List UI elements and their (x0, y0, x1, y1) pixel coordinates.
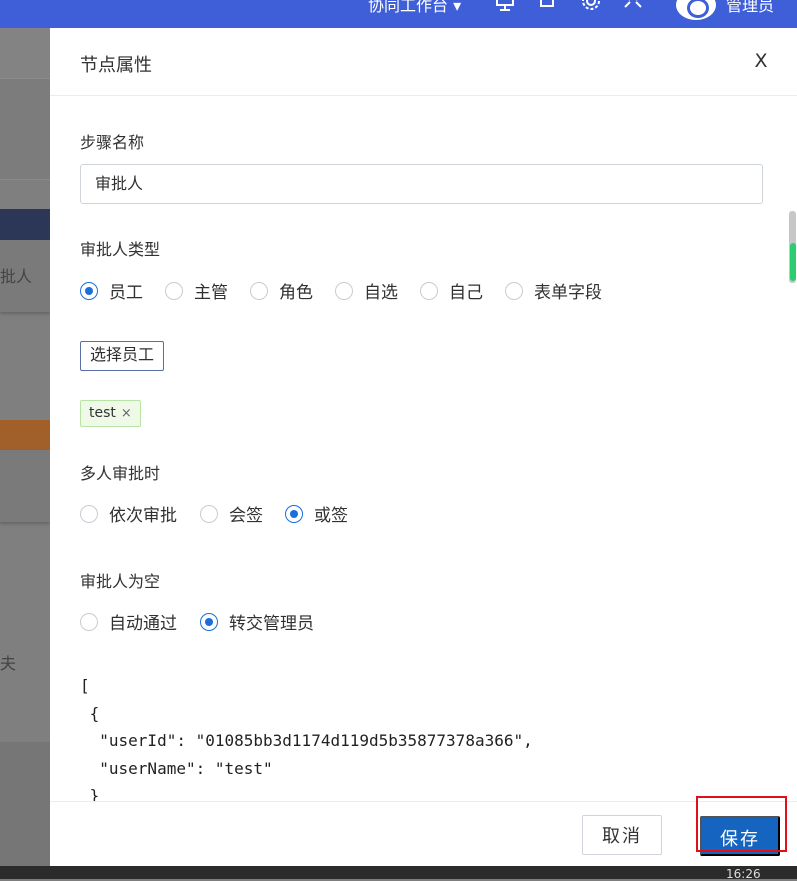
radio-label: 会签 (229, 506, 263, 526)
radio-circle (80, 612, 98, 631)
background-page: 批人 夫 (0, 28, 50, 866)
radio-circle (420, 281, 438, 300)
radio-label: 主管 (194, 283, 228, 303)
radio-form-field[interactable]: 表单字段 (505, 278, 602, 303)
bg-row (0, 28, 50, 78)
radio-circle (200, 504, 218, 523)
gear-icon[interactable] (580, 0, 602, 14)
radio-circle (80, 281, 98, 300)
json-line: [ (80, 676, 90, 695)
radio-auto-pass[interactable]: 自动通过 (80, 609, 177, 634)
radio-circle (80, 504, 98, 523)
json-preview: [ { "userId": "01085bb3d1174d119d5b35877… (80, 672, 533, 810)
radio-label: 依次审批 (109, 506, 177, 526)
radio-circle (165, 281, 183, 300)
radio-label: 转交管理员 (229, 614, 314, 634)
step-name-label: 步骤名称 (80, 133, 145, 152)
json-line: "userName": "test" (80, 758, 273, 778)
drawer-footer: 取消 保存 (50, 801, 797, 867)
approver-type-label: 审批人类型 (80, 240, 161, 259)
radio-countersign[interactable]: 会签 (200, 501, 263, 526)
radio-circle (505, 281, 523, 300)
radio-circle (335, 281, 353, 300)
bell-icon[interactable] (536, 0, 558, 14)
close-button[interactable]: X (750, 50, 772, 72)
radio-label: 自选 (364, 283, 398, 303)
bg-node-header-orange (0, 420, 50, 450)
bg-row (0, 742, 50, 866)
radio-circle (285, 504, 303, 523)
radio-or-sign[interactable]: 或签 (285, 501, 348, 526)
radio-label: 表单字段 (534, 283, 602, 303)
radio-employee[interactable]: 员工 (80, 278, 143, 303)
json-line: "userId": "01085bb3d1174d119d5b35877378a… (80, 731, 533, 750)
bg-node-body (0, 450, 50, 522)
top-nav-bar: 协同工作台 ▾ 管理员 (0, 0, 797, 28)
bg-node-text: 批人 (0, 267, 33, 286)
fullscreen-icon[interactable] (622, 0, 644, 14)
tag-label: test (89, 405, 116, 421)
radio-supervisor[interactable]: 主管 (165, 278, 228, 303)
select-employee-button[interactable]: 选择员工 (80, 341, 165, 371)
radio-self-select[interactable]: 自选 (335, 278, 398, 303)
taskbar: 16:26 (0, 866, 797, 881)
drawer-header: 节点属性 X (50, 28, 797, 96)
radio-circle (250, 281, 268, 300)
step-name-input[interactable]: 审批人 (80, 164, 763, 204)
json-line: { (80, 703, 100, 723)
empty-approver-label: 审批人为空 (80, 572, 161, 591)
cancel-button[interactable]: 取消 (582, 815, 662, 855)
user-name[interactable]: 管理员 (726, 0, 774, 16)
radio-sequential[interactable]: 依次审批 (80, 501, 177, 526)
radio-label: 自动通过 (109, 614, 177, 634)
bg-row (0, 78, 50, 180)
radio-label: 或签 (314, 506, 348, 526)
multi-approve-label: 多人审批时 (80, 464, 161, 483)
radio-transfer-admin[interactable]: 转交管理员 (200, 609, 314, 634)
radio-label: 自己 (449, 283, 483, 303)
avatar[interactable] (676, 0, 716, 20)
taskbar-clock: 16:26 (726, 867, 761, 881)
bg-node-text: 夫 (0, 654, 17, 673)
radio-self[interactable]: 自己 (420, 278, 483, 303)
save-button-highlight (696, 796, 787, 852)
selected-user-tag: test × (80, 400, 141, 427)
node-properties-drawer: 节点属性 X 步骤名称 审批人 审批人类型 员工 主管 角色 自选 自己 表单字… (50, 28, 797, 867)
bg-node-header (0, 209, 50, 240)
scroll-indicator (790, 243, 796, 281)
close-icon[interactable]: × (121, 401, 132, 426)
workspace-switcher[interactable]: 协同工作台 ▾ (368, 0, 461, 16)
radio-label: 角色 (279, 283, 313, 303)
monitor-icon[interactable] (494, 0, 516, 14)
radio-label: 员工 (109, 283, 143, 303)
drawer-title: 节点属性 (80, 55, 152, 76)
radio-circle (200, 612, 218, 631)
radio-role[interactable]: 角色 (250, 278, 313, 303)
